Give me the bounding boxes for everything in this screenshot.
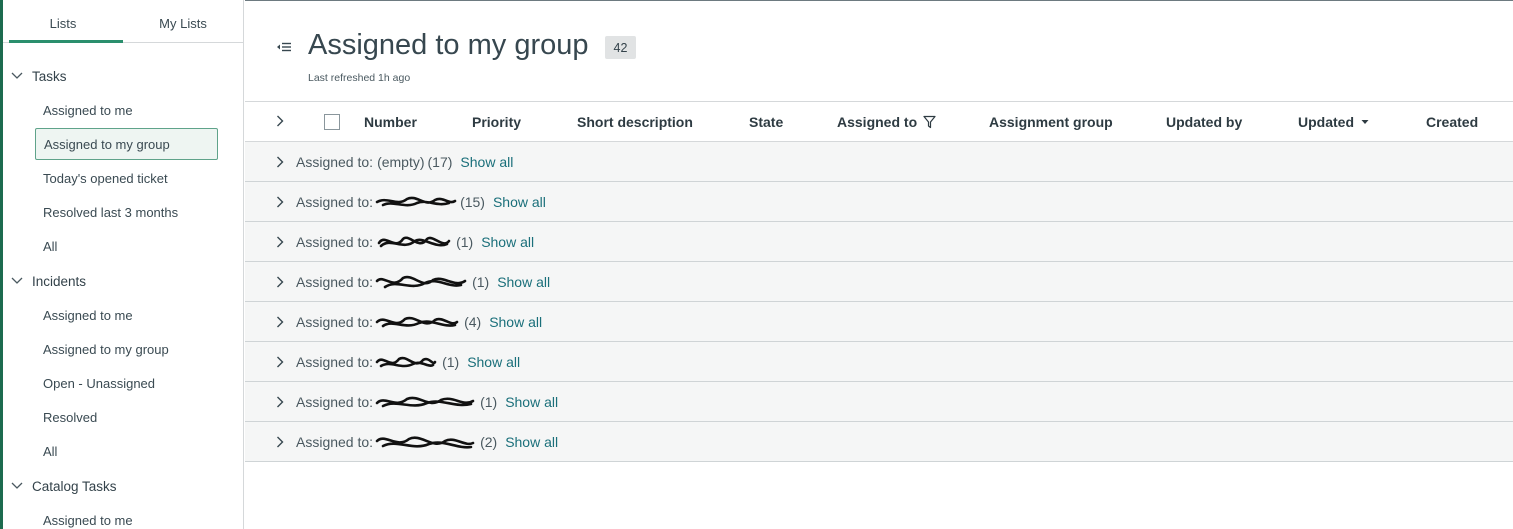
column-header-state[interactable]: State <box>749 102 783 142</box>
sidebar-item-tasks-resolved-3-months[interactable]: Resolved last 3 months <box>3 195 243 229</box>
sidebar-item-tasks-assigned-to-me[interactable]: Assigned to me <box>3 93 243 127</box>
group-label: Assigned to: <box>296 433 374 450</box>
redacted-name <box>373 191 457 213</box>
redacted-name <box>373 271 469 293</box>
chevron-right-icon[interactable] <box>273 275 287 289</box>
sidebar-item-tasks-todays-opened[interactable]: Today's opened ticket <box>3 161 243 195</box>
show-all-link[interactable]: Show all <box>505 434 558 450</box>
group-label: Assigned to: <box>296 193 374 210</box>
show-all-link[interactable]: Show all <box>460 154 513 170</box>
chevron-down-icon <box>10 479 24 493</box>
sidebar-item-catalog-assigned-to-me[interactable]: Assigned to me <box>3 503 243 529</box>
expand-all-chevron-icon[interactable] <box>273 114 287 128</box>
group-row[interactable]: Assigned to: (1) Show all <box>245 222 1513 262</box>
section-incidents[interactable]: Incidents <box>3 264 243 298</box>
group-count: (4) <box>464 313 482 330</box>
chevron-right-icon[interactable] <box>273 395 287 409</box>
section-tasks[interactable]: Tasks <box>3 59 243 93</box>
group-label: Assigned to: <box>296 233 374 250</box>
chevron-down-icon <box>10 69 24 83</box>
redacted-name <box>373 431 477 453</box>
table-header: Number Priority Short description State … <box>245 101 1513 142</box>
section-catalog-tasks[interactable]: Catalog Tasks <box>3 469 243 503</box>
group-count: (15) <box>460 193 485 210</box>
column-header-label: Updated <box>1298 114 1354 130</box>
group-count: (2) <box>480 433 498 450</box>
redacted-name <box>373 351 439 373</box>
sidebar: Lists My Lists Tasks Assigned to me Assi… <box>3 0 244 529</box>
show-all-link[interactable]: Show all <box>481 234 534 250</box>
group-name: (empty) <box>377 153 425 170</box>
column-header-short-description[interactable]: Short description <box>577 102 693 142</box>
show-all-link[interactable]: Show all <box>467 354 520 370</box>
group-count: (1) <box>456 233 474 250</box>
chevron-right-icon[interactable] <box>273 235 287 249</box>
list-collapse-icon[interactable] <box>275 38 293 56</box>
redacted-name <box>373 231 453 253</box>
group-row[interactable]: Assigned to: (4) Show all <box>245 302 1513 342</box>
column-header-assignment-group[interactable]: Assignment group <box>989 102 1113 142</box>
group-row[interactable]: Assigned to: (15) Show all <box>245 182 1513 222</box>
chevron-right-icon[interactable] <box>273 155 287 169</box>
sidebar-item-incidents-open-unassigned[interactable]: Open - Unassigned <box>3 366 243 400</box>
sidebar-item-tasks-assigned-to-my-group[interactable]: Assigned to my group <box>35 128 218 160</box>
sidebar-nav: Tasks Assigned to me Assigned to my grou… <box>3 43 243 529</box>
chevron-right-icon[interactable] <box>273 435 287 449</box>
column-header-updated[interactable]: Updated <box>1298 102 1369 142</box>
tab-lists[interactable]: Lists <box>3 0 123 43</box>
group-count: (1) <box>442 353 460 370</box>
column-header-label: Assigned to <box>837 114 918 130</box>
show-all-link[interactable]: Show all <box>505 394 558 410</box>
group-label: Assigned to: <box>296 393 374 410</box>
sidebar-item-incidents-all[interactable]: All <box>3 434 243 468</box>
sort-descending-icon <box>1361 119 1369 125</box>
select-all-checkbox[interactable] <box>324 114 340 130</box>
show-all-link[interactable]: Show all <box>497 274 550 290</box>
redacted-name <box>373 391 477 413</box>
group-row[interactable]: Assigned to: (1) Show all <box>245 342 1513 382</box>
group-row[interactable]: Assigned to: (empty) (17) Show all <box>245 142 1513 182</box>
sidebar-item-incidents-resolved[interactable]: Resolved <box>3 400 243 434</box>
show-all-link[interactable]: Show all <box>493 194 546 210</box>
chevron-right-icon[interactable] <box>273 315 287 329</box>
redacted-name <box>373 311 461 333</box>
group-count: (1) <box>472 273 490 290</box>
column-header-priority[interactable]: Priority <box>472 102 521 142</box>
filter-icon[interactable] <box>923 115 936 129</box>
section-label: Tasks <box>32 68 67 84</box>
group-label: Assigned to: <box>296 353 374 370</box>
group-count: (1) <box>480 393 498 410</box>
sidebar-item-incidents-assigned-to-me[interactable]: Assigned to me <box>3 298 243 332</box>
section-label: Incidents <box>32 273 87 289</box>
page-title: Assigned to my group <box>308 29 589 61</box>
sidebar-item-tasks-all[interactable]: All <box>3 229 243 263</box>
chevron-right-icon[interactable] <box>273 355 287 369</box>
top-divider <box>245 0 1513 1</box>
group-label: Assigned to: <box>296 313 374 330</box>
group-row[interactable]: Assigned to: (1) Show all <box>245 262 1513 302</box>
list-panel: Assigned to my group 42 Last refreshed 1… <box>245 0 1513 529</box>
sidebar-item-incidents-assigned-to-my-group[interactable]: Assigned to my group <box>3 332 243 366</box>
group-count: (17) <box>427 153 453 170</box>
group-row[interactable]: Assigned to: (2) Show all <box>245 422 1513 462</box>
column-header-number[interactable]: Number <box>364 102 417 142</box>
column-header-assigned-to[interactable]: Assigned to <box>837 102 936 142</box>
group-row[interactable]: Assigned to: (1) Show all <box>245 382 1513 422</box>
column-header-created[interactable]: Created <box>1426 102 1478 142</box>
chevron-right-icon[interactable] <box>273 195 287 209</box>
last-refreshed-text: Last refreshed 1h ago <box>308 72 411 84</box>
column-header-updated-by[interactable]: Updated by <box>1166 102 1242 142</box>
group-label: Assigned to: <box>296 273 374 290</box>
tab-my-lists[interactable]: My Lists <box>123 0 243 42</box>
chevron-down-icon <box>10 274 24 288</box>
record-count-badge: 42 <box>605 36 636 59</box>
sidebar-tabs: Lists My Lists <box>3 0 243 43</box>
show-all-link[interactable]: Show all <box>489 314 542 330</box>
group-label: Assigned to: <box>296 153 374 170</box>
section-label: Catalog Tasks <box>32 478 117 494</box>
